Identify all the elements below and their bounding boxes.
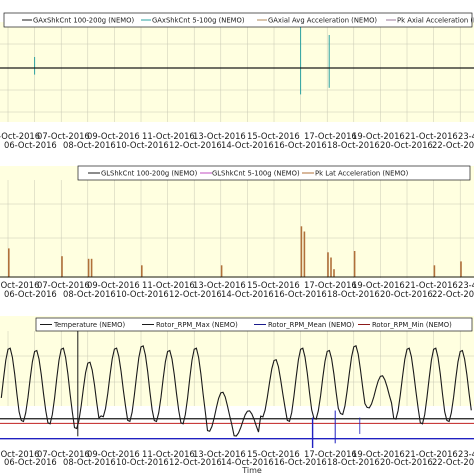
lateral-acceleration-bar — [141, 265, 143, 277]
lateral-acceleration-bar — [333, 269, 335, 277]
lateral-acceleration-bar — [220, 265, 223, 277]
x-tick-label: 08-Oct-2016 — [63, 457, 116, 467]
legend-label: Rotor_RPM_Mean (NEMO) — [268, 321, 355, 329]
x-tick-label: 08-Oct-2016 — [63, 140, 116, 150]
legend-label: Rotor_RPM_Max (NEMO) — [156, 321, 238, 329]
x-tick-label: 08-Oct-2016 — [63, 289, 116, 299]
x-tick-label: 18-Oct-2016 — [327, 289, 380, 299]
lateral-acceleration-bar — [61, 256, 63, 277]
x-tick-label: 14-Oct-2016 — [221, 140, 274, 150]
x-tick-label: 12-Oct-2016 — [169, 289, 222, 299]
panel-bottom-x-ticks: 6-Oct-2016 07-Oct-2016 09-Oct-2016 11-Oc… — [0, 449, 474, 467]
lateral-acceleration-bar — [327, 252, 329, 277]
legend-label: Pk Axial Acceleration (NEMO) — [397, 16, 474, 24]
x-tick-label: 16-Oct-2016 — [274, 140, 327, 150]
x-tick-label: 18-Oct-2016 — [327, 457, 380, 467]
lateral-acceleration-bar — [8, 248, 10, 277]
lateral-acceleration-bar — [353, 251, 356, 277]
panel-middle-x-ticks: 6-Oct-2016 07-Oct-2016 09-Oct-2016 11-Oc… — [0, 280, 474, 299]
legend-label: Temperature (NEMO) — [53, 321, 125, 329]
lateral-acceleration-bar — [433, 265, 436, 277]
x-tick-label: 10-Oct-2016 — [116, 289, 169, 299]
x-tick-label: 20-Oct-2016 — [380, 457, 433, 467]
panel-top-legend: GAxShkCnt 100-200g (NEMO) GAxShkCnt 5-10… — [3, 12, 474, 28]
lateral-acceleration-bar — [90, 258, 93, 277]
panel-bottom-lower-band — [0, 406, 474, 448]
x-tick-label: 20-Oct-2016 — [380, 140, 433, 150]
x-tick-label: 16-Oct-2016 — [274, 457, 327, 467]
panel-bottom-legend: Temperature (NEMO) Rotor_RPM_Max (NEMO) … — [35, 317, 473, 332]
x-tick-label: 06-Oct-2016 — [4, 457, 57, 467]
legend-label: GLShkCnt 100-200g (NEMO) — [101, 170, 198, 178]
x-tick-label: 12-Oct-2016 — [169, 140, 222, 150]
x-tick-label: 14-Oct-2016 — [221, 289, 274, 299]
panel-top-plot-area — [0, 22, 474, 122]
panel-bottom: Temperature (NEMO) Rotor_RPM_Max (NEMO) … — [0, 316, 474, 474]
x-tick-label: 22-Oct-201 — [432, 457, 474, 467]
panel-middle-plot-area — [0, 166, 474, 278]
x-tick-label: 10-Oct-2016 — [116, 457, 169, 467]
panel-middle-legend: GLShkCnt 100-200g (NEMO) GLShkCnt 5-100g… — [77, 165, 471, 181]
legend-label: GAxial Avg Acceleration (NEMO) — [268, 16, 377, 24]
x-tick-label: 22-Oct-201 — [432, 140, 474, 150]
x-tick-label: 22-Oct-201 — [432, 289, 474, 299]
legend-label: Rotor_RPM_Min (NEMO) — [372, 321, 452, 329]
legend-label: GAxShkCnt 100-200g (NEMO) — [33, 16, 134, 24]
x-tick-label: 16-Oct-2016 — [274, 289, 327, 299]
lateral-acceleration-bar — [300, 226, 303, 277]
legend-label: GLShkCnt 5-100g (NEMO) — [212, 170, 300, 178]
x-axis-title: Time — [241, 466, 262, 474]
lateral-acceleration-bar — [87, 258, 90, 277]
x-tick-label: 20-Oct-2016 — [380, 289, 433, 299]
lateral-acceleration-bar — [303, 231, 306, 277]
panel-top-x-ticks: -Oct-2016 07-Oct-2016 09-Oct-2016 11-Oct… — [0, 131, 474, 150]
x-tick-label: 06-Oct-2016 — [4, 140, 57, 150]
x-tick-label: 12-Oct-2016 — [169, 457, 222, 467]
lateral-acceleration-bar — [460, 261, 462, 277]
figure: GAxShkCnt 100-200g (NEMO) GAxShkCnt 5-10… — [0, 0, 474, 474]
lateral-acceleration-bar — [330, 257, 332, 277]
legend-label: GAxShkCnt 5-100g (NEMO) — [152, 16, 245, 24]
x-tick-label: 10-Oct-2016 — [116, 140, 169, 150]
x-tick-label: 18-Oct-2016 — [327, 140, 380, 150]
legend-label: Pk Lat Acceleration (NEMO) — [315, 170, 409, 178]
x-tick-label: 06-Oct-2016 — [4, 289, 57, 299]
panel-middle: GLShkCnt 100-200g (NEMO) GLShkCnt 5-100g… — [0, 165, 474, 299]
